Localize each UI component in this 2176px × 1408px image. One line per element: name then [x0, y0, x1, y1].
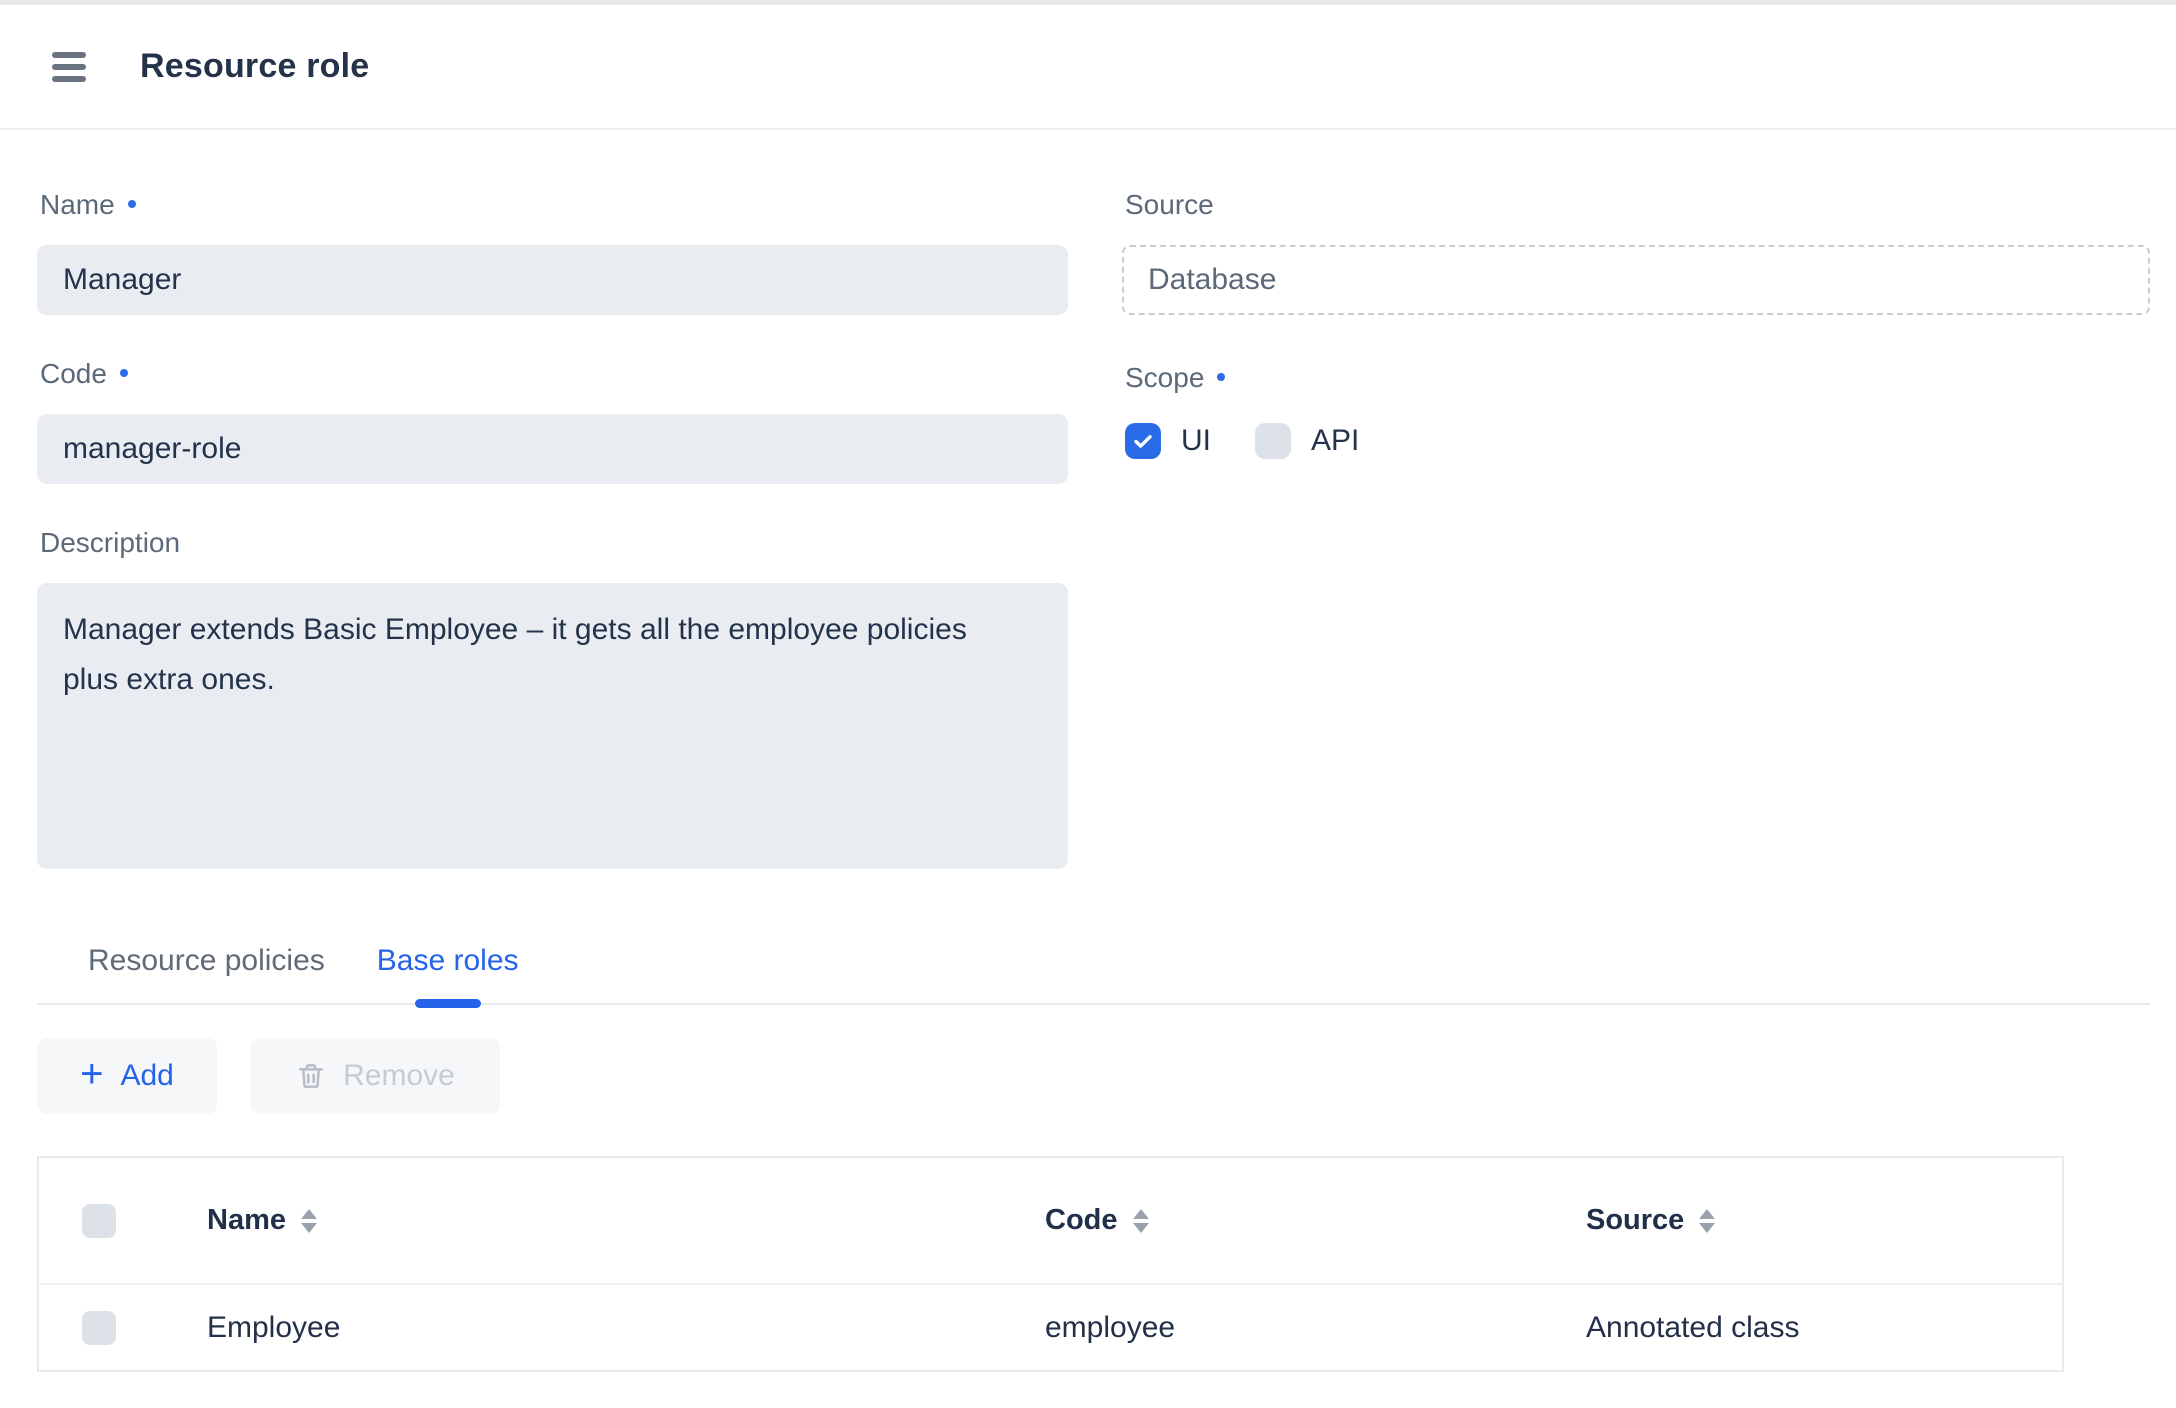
code-input[interactable]: manager-role: [37, 414, 1068, 484]
table-toolbar: + Add Remove: [37, 1038, 2150, 1114]
page-title: Resource role: [140, 47, 369, 86]
form-grid: Name Manager Code manager-role Descripti…: [37, 130, 2150, 869]
required-indicator: [1217, 373, 1225, 381]
description-label: Description: [40, 524, 1068, 562]
scope-api-checkbox[interactable]: [1255, 423, 1291, 459]
cell-code: employee: [1045, 1311, 1586, 1345]
tab-base-roles[interactable]: Base roles: [377, 941, 519, 1003]
tab-resource-policies[interactable]: Resource policies: [88, 941, 325, 1003]
table-row[interactable]: Employee employee Annotated class: [39, 1283, 2062, 1370]
tab-bar: Resource policies Base roles: [37, 941, 2150, 1005]
add-button[interactable]: + Add: [37, 1038, 217, 1114]
trash-icon: [295, 1060, 327, 1092]
required-indicator: [128, 200, 136, 208]
name-input[interactable]: Manager: [37, 245, 1068, 315]
scope-ui-checkbox[interactable]: [1125, 423, 1161, 459]
app-header: Resource role: [0, 5, 2176, 130]
form-right-column: Source Database Scope UI API: [1122, 130, 2150, 869]
column-header-source[interactable]: Source: [1586, 1204, 2062, 1237]
sort-icon: [301, 1209, 317, 1233]
scope-ui-label: UI: [1181, 424, 1211, 458]
base-roles-table: Name Code Source Employee: [37, 1156, 2064, 1372]
column-header-code[interactable]: Code: [1045, 1204, 1586, 1237]
table-header-row: Name Code Source: [39, 1158, 2062, 1283]
name-label: Name: [40, 186, 1068, 224]
column-header-name[interactable]: Name: [207, 1204, 1045, 1237]
cell-name: Employee: [207, 1311, 1045, 1345]
detail-view: Name Manager Code manager-role Descripti…: [0, 130, 2176, 1372]
scope-label: Scope: [1125, 359, 2150, 397]
menu-icon[interactable]: [52, 52, 86, 82]
source-field: Database: [1122, 245, 2150, 315]
sort-icon: [1133, 1209, 1149, 1233]
row-select-checkbox[interactable]: [82, 1311, 116, 1345]
description-textarea[interactable]: Manager extends Basic Employee – it gets…: [37, 583, 1068, 869]
cell-source: Annotated class: [1586, 1311, 2062, 1345]
remove-button[interactable]: Remove: [250, 1038, 500, 1114]
sort-icon: [1699, 1209, 1715, 1233]
plus-icon: +: [80, 1054, 103, 1094]
checkmark-icon: [1131, 429, 1155, 453]
form-left-column: Name Manager Code manager-role Descripti…: [37, 130, 1068, 869]
scope-checkbox-group: UI API: [1125, 423, 2150, 459]
source-label: Source: [1125, 186, 2150, 224]
code-label: Code: [40, 355, 1068, 393]
required-indicator: [120, 369, 128, 377]
scope-api-label: API: [1311, 424, 1359, 458]
select-all-checkbox[interactable]: [82, 1204, 116, 1238]
